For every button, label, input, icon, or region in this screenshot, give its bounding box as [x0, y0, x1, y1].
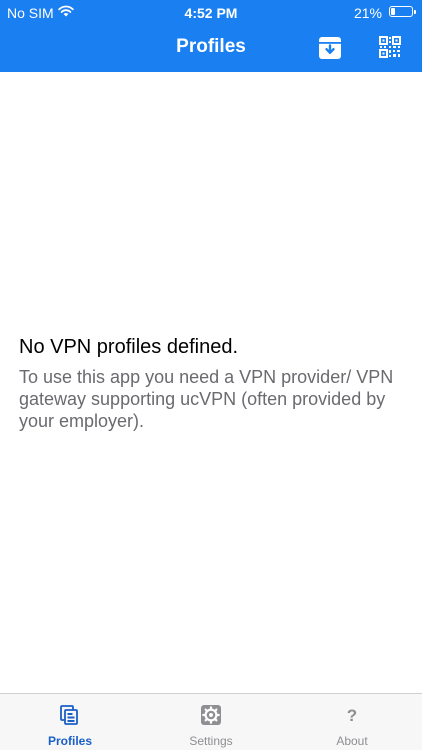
scan-qr-button[interactable]: [379, 36, 403, 60]
battery-percentage: 21%: [353, 5, 382, 21]
gear-icon: [201, 705, 221, 725]
battery-icon: [389, 6, 416, 17]
tab-label-settings: Settings: [189, 734, 233, 748]
page-title: Profiles: [176, 36, 246, 57]
tab-settings[interactable]: Settings: [141, 694, 281, 750]
profiles-icon: [60, 705, 78, 725]
empty-state: No VPN profiles defined. To use this app…: [19, 335, 403, 432]
empty-state-description: To use this app you need a VPN provider/…: [19, 367, 394, 431]
status-bar: No SIM 4:52 PM 21%: [0, 0, 422, 26]
import-profile-button[interactable]: [318, 36, 342, 60]
battery-level-fill: [391, 8, 395, 15]
app-header: No SIM 4:52 PM 21% Profiles: [0, 0, 422, 72]
import-icon: [319, 37, 341, 59]
qr-code-icon: [379, 36, 401, 58]
empty-state-title: No VPN profiles defined.: [19, 336, 239, 358]
tab-label-about: About: [336, 734, 368, 748]
tab-label-profiles: Profiles: [47, 734, 92, 748]
svg-text:?: ?: [347, 706, 357, 725]
question-icon: ?: [347, 706, 357, 725]
tab-about[interactable]: ? About: [282, 694, 422, 750]
tab-bar: Profiles Settings ? About: [0, 693, 422, 750]
tab-profiles[interactable]: Profiles: [0, 694, 140, 750]
